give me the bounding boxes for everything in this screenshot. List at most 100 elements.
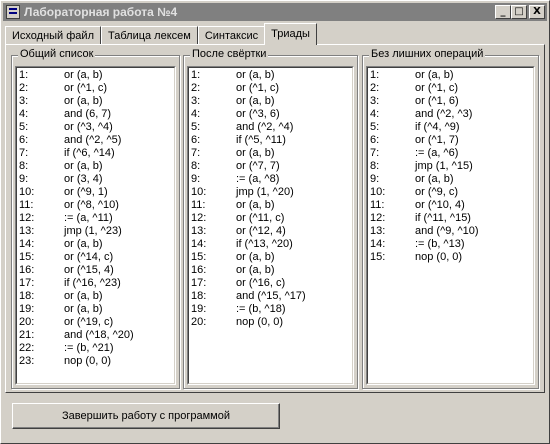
- triad-number: 9:: [370, 173, 380, 185]
- list-item[interactable]: 20: nop (0, 0): [191, 316, 352, 329]
- triad-operation: or (3, 4): [64, 173, 103, 185]
- list-item[interactable]: 9: or (3, 4): [19, 173, 174, 186]
- list-item[interactable]: 11: or (^8, ^10): [19, 199, 174, 212]
- list-item[interactable]: 1: or (a, b): [19, 69, 174, 82]
- triad-number: 18:: [191, 290, 207, 302]
- list-item[interactable]: 10: jmp (1, ^20): [191, 186, 352, 199]
- triad-operation: if (^16, ^23): [64, 277, 121, 289]
- list-item[interactable]: 10: or (^9, 1): [19, 186, 174, 199]
- maximize-button[interactable]: □: [511, 5, 527, 19]
- list-item[interactable]: 23: nop (0, 0): [19, 355, 174, 368]
- tab-syntax[interactable]: Синтаксис: [197, 26, 266, 45]
- list-item[interactable]: 14: or (a, b): [19, 238, 174, 251]
- window-controls: _ □ X: [495, 5, 545, 19]
- group-no-redundant-ops: Без лишних операций 1: or (a, b) 2: or (^1,…: [362, 48, 539, 389]
- list-item[interactable]: 19::= (b, ^18): [191, 303, 352, 316]
- triad-operation: or (^14, c): [64, 251, 114, 263]
- app-icon[interactable]: [6, 5, 20, 19]
- list-item[interactable]: 5: and (^2, ^4): [191, 121, 352, 134]
- list-item[interactable]: 12: or (^11, c): [191, 212, 352, 225]
- after-folding-list-box[interactable]: 1: or (a, b) 2: or (^1, c) 3: or (a, b) 4: or (…: [187, 66, 354, 385]
- list-item[interactable]: 11: or (^10, 4): [370, 199, 533, 212]
- list-item[interactable]: 18: and (^15, ^17): [191, 290, 352, 303]
- list-item[interactable]: 12: if (^11, ^15): [370, 212, 533, 225]
- list-item[interactable]: 3: or (a, b): [191, 95, 352, 108]
- list-item[interactable]: 1: or (a, b): [191, 69, 352, 82]
- general-list-box[interactable]: 1: or (a, b) 2: or (^1, c) 3: or (a, b) 4: and …: [15, 66, 176, 385]
- triad-number: 10:: [19, 186, 35, 198]
- list-item[interactable]: 10: or (^9, c): [370, 186, 533, 199]
- list-item[interactable]: 9: or (a, b): [370, 173, 533, 186]
- triad-number: 13:: [370, 225, 386, 237]
- tab-source-file[interactable]: Исходный файл: [5, 26, 101, 45]
- close-button[interactable]: X: [529, 5, 545, 19]
- list-item[interactable]: 13: and (^9, ^10): [370, 225, 533, 238]
- list-item[interactable]: 7::= (a, ^6): [370, 147, 533, 160]
- list-item[interactable]: 9::= (a, ^8): [191, 173, 352, 186]
- list-item[interactable]: 3: or (a, b): [19, 95, 174, 108]
- list-item[interactable]: 14::= (b, ^13): [370, 238, 533, 251]
- list-item[interactable]: 8: jmp (1, ^15): [370, 160, 533, 173]
- list-item[interactable]: 20: or (^19, c): [19, 316, 174, 329]
- title-bar[interactable]: Лабораторная работа №4 _ □ X: [3, 3, 547, 21]
- tab-lexeme-table[interactable]: Таблица лексем: [101, 26, 198, 45]
- list-item[interactable]: 17: or (^16, c): [191, 277, 352, 290]
- main-window: Лабораторная работа №4 _ □ X Исходный фа…: [0, 0, 550, 444]
- triad-operation: jmp (1, ^20): [236, 186, 294, 198]
- triad-number: 20:: [19, 316, 35, 328]
- list-item[interactable]: 3: or (^1, 6): [370, 95, 533, 108]
- window-title: Лабораторная работа №4: [24, 5, 178, 19]
- list-item[interactable]: 16: or (a, b): [191, 264, 352, 277]
- list-item[interactable]: 1: or (a, b): [370, 69, 533, 82]
- exit-program-button[interactable]: Завершить работу с программой: [12, 403, 280, 429]
- list-item[interactable]: 6: or (^1, 7): [370, 134, 533, 147]
- triad-operation: or (^9, 1): [64, 186, 108, 198]
- list-item[interactable]: 6: and (^2, ^5): [19, 134, 174, 147]
- list-item[interactable]: 14: if (^13, ^20): [191, 238, 352, 251]
- triad-operation: or (^1, 7): [415, 134, 459, 146]
- list-item[interactable]: 7: if (^6, ^14): [19, 147, 174, 160]
- triad-number: 17:: [19, 277, 35, 289]
- triad-number: 6:: [370, 134, 380, 146]
- triad-number: 10:: [370, 186, 386, 198]
- list-item[interactable]: 6: if (^5, ^11): [191, 134, 352, 147]
- triad-operation: or (^3, ^4): [64, 121, 113, 133]
- tab-triads[interactable]: Триады: [264, 23, 317, 45]
- list-item[interactable]: 5: if (^4, ^9): [370, 121, 533, 134]
- triad-number: 8:: [191, 160, 201, 172]
- triad-number: 12:: [19, 212, 35, 224]
- list-item[interactable]: 11: or (a, b): [191, 199, 352, 212]
- list-item[interactable]: 16: or (^15, 4): [19, 264, 174, 277]
- list-item[interactable]: 18: or (a, b): [19, 290, 174, 303]
- triad-operation: or (a, b): [236, 95, 275, 107]
- list-item[interactable]: 8: or (a, b): [19, 160, 174, 173]
- triad-operation: and (^2, ^5): [64, 134, 122, 146]
- triad-number: 11:: [19, 199, 34, 211]
- list-item[interactable]: 4: and (6, 7): [19, 108, 174, 121]
- minimize-button[interactable]: _: [495, 5, 511, 19]
- list-item[interactable]: 2: or (^1, c): [191, 82, 352, 95]
- list-item[interactable]: 12::= (a, ^11): [19, 212, 174, 225]
- list-item[interactable]: 4: or (^3, 6): [191, 108, 352, 121]
- list-item[interactable]: 13: jmp (1, ^23): [19, 225, 174, 238]
- list-item[interactable]: 5: or (^3, ^4): [19, 121, 174, 134]
- triad-number: 4:: [19, 108, 29, 120]
- list-item[interactable]: 7: or (a, b): [191, 147, 352, 160]
- no-redundant-ops-list-box[interactable]: 1: or (a, b) 2: or (^1, c) 3: or (^1, 6) 4: and…: [366, 66, 535, 385]
- list-item[interactable]: 17: if (^16, ^23): [19, 277, 174, 290]
- triad-operation: or (^16, c): [236, 277, 286, 289]
- triad-number: 3:: [191, 95, 201, 107]
- triad-operation: or (a, b): [64, 160, 103, 172]
- list-item[interactable]: 15: nop (0, 0): [370, 251, 533, 264]
- list-item[interactable]: 15: or (a, b): [191, 251, 352, 264]
- list-item[interactable]: 2: or (^1, c): [370, 82, 533, 95]
- group-general-list: Общий список 1: or (a, b) 2: or (^1, c) 3: or…: [11, 48, 180, 389]
- list-item[interactable]: 2: or (^1, c): [19, 82, 174, 95]
- list-item[interactable]: 19: or (a, b): [19, 303, 174, 316]
- list-item[interactable]: 8: or (^7, 7): [191, 160, 352, 173]
- list-item[interactable]: 21: and (^18, ^20): [19, 329, 174, 342]
- list-item[interactable]: 4: and (^2, ^3): [370, 108, 533, 121]
- list-item[interactable]: 22::= (b, ^21): [19, 342, 174, 355]
- list-item[interactable]: 15: or (^14, c): [19, 251, 174, 264]
- list-item[interactable]: 13: or (^12, 4): [191, 225, 352, 238]
